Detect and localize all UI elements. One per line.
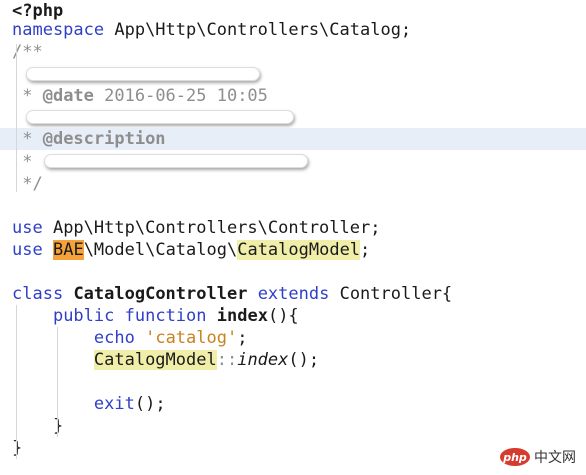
date-tag: @date [42, 86, 94, 106]
code-editor[interactable]: <?php namespace App\Http\Controllers\Cat… [0, 0, 586, 475]
redacted-comment-line [26, 110, 294, 124]
indent-guide [16, 305, 17, 459]
code-line: } [0, 415, 586, 437]
catalog-model-highlight: CatalogModel [93, 350, 217, 370]
echo-string: 'catalog' [145, 328, 238, 348]
use-keyword: use [12, 218, 43, 238]
current-line: * @description [0, 128, 586, 150]
close-class-brace: } [12, 438, 23, 458]
bae-highlight: BAE [52, 240, 84, 260]
scope-operator: :: [216, 350, 238, 370]
use-path: \Model\Catalog\ [83, 240, 238, 260]
namespace-keyword: namespace [12, 20, 105, 40]
code-line: /** [0, 41, 586, 63]
php-logo-icon: php [500, 448, 530, 466]
use-value: App\Http\Controllers\Controller; [42, 218, 381, 238]
code-line: use App\Http\Controllers\Controller; [0, 217, 586, 239]
redacted-comment-line [44, 154, 308, 168]
code-line: namespace App\Http\Controllers\Catalog; [0, 19, 586, 41]
function-keyword: function [124, 306, 207, 326]
class-keyword: class [12, 284, 64, 304]
method-name: index [216, 306, 268, 326]
description-tag: @description [42, 129, 166, 149]
index-call: index [237, 350, 289, 370]
semicolon: ; [360, 240, 371, 260]
code-line: use BAE\Model\Catalog\CatalogModel; [0, 239, 586, 261]
code-line: CatalogModel::index(); [0, 349, 586, 371]
semicolon: ; [237, 328, 248, 348]
catalog-model-highlight: CatalogModel [237, 240, 361, 260]
code-line: exit(); [0, 393, 586, 415]
indent-guide [16, 44, 17, 192]
echo-keyword: echo [93, 328, 135, 348]
watermark: php 中文网 [500, 447, 576, 467]
exit-keyword: exit [93, 394, 135, 414]
public-keyword: public [52, 306, 115, 326]
code-line: public function index(){ [0, 305, 586, 327]
extends-value: Controller{ [329, 284, 453, 304]
watermark-text: 中文网 [534, 450, 576, 466]
close-method-brace: } [12, 416, 64, 436]
call-tail: (); [288, 350, 320, 370]
namespace-value: App\Http\Controllers\Catalog; [104, 20, 412, 40]
method-paren: (){ [267, 306, 299, 326]
code-line: } [0, 437, 586, 459]
code-line: */ [0, 173, 586, 195]
code-line: echo 'catalog'; [0, 327, 586, 349]
call-tail: (); [134, 394, 166, 414]
class-name: CatalogController [73, 284, 248, 304]
extends-keyword: extends [257, 284, 330, 304]
code-line: class CatalogController extends Controll… [0, 283, 586, 305]
date-value: 2016-06-25 10:05 [93, 86, 268, 106]
redacted-comment-line [26, 67, 260, 81]
code-line: * @date 2016-06-25 10:05 [0, 85, 586, 107]
php-open-tag: <?php [12, 1, 64, 21]
indent-guide [57, 327, 58, 437]
use-keyword: use [12, 240, 43, 260]
